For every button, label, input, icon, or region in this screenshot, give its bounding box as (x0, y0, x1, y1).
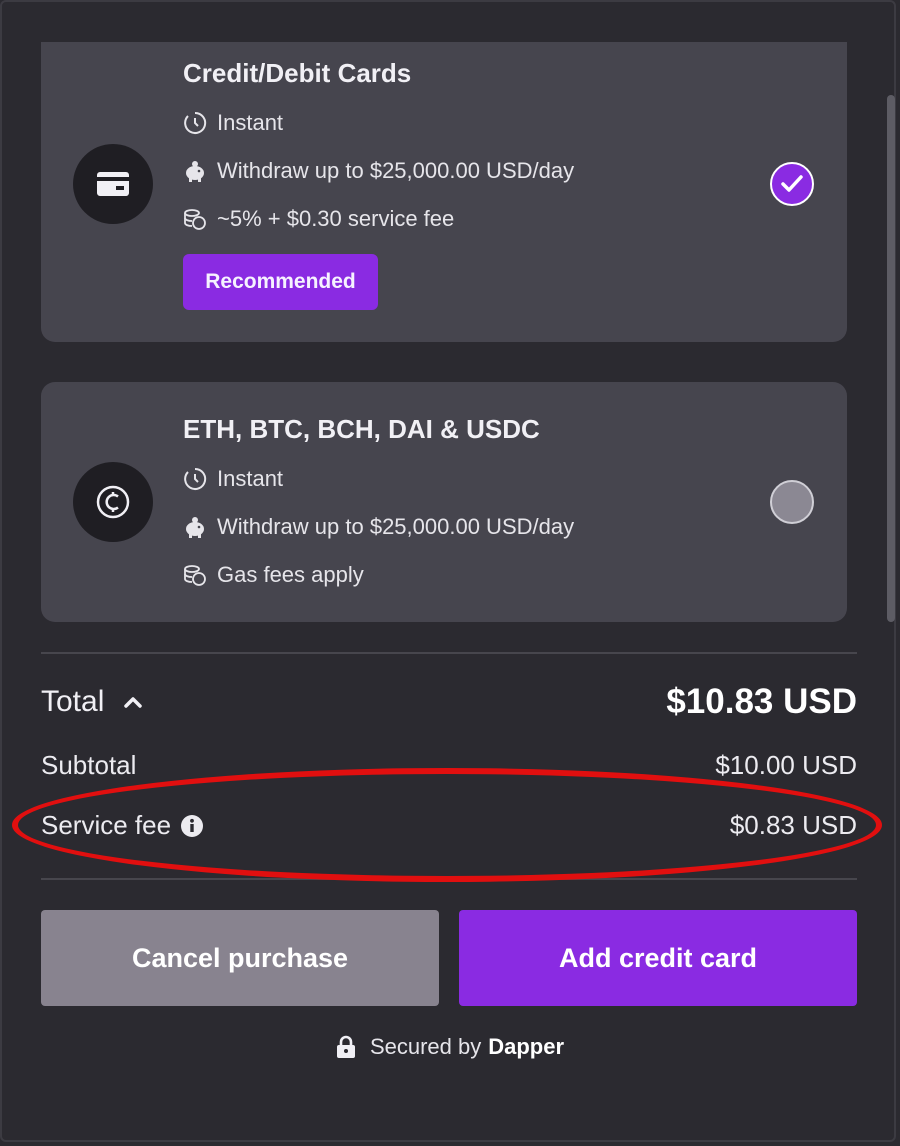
secured-text: Secured by (369, 1034, 482, 1059)
divider (41, 652, 857, 654)
secured-footer: Secured by Dapper (0, 1034, 900, 1060)
speed-text: Instant (217, 466, 284, 491)
cancel-purchase-button[interactable]: Cancel purchase (41, 910, 439, 1006)
piggy-bank-icon (186, 161, 204, 182)
coins-icon (184, 209, 206, 230)
speed-text: Instant (217, 110, 284, 135)
service-fee-value: $0.83 USD (729, 810, 857, 840)
selected-radio[interactable] (770, 162, 814, 206)
speed-feature: Instant (183, 110, 283, 136)
lock-icon (336, 1035, 355, 1058)
service-fee-row: Service fee (41, 810, 204, 841)
limit-text: Withdraw up to $25,000.00 USD/day (217, 158, 575, 183)
payment-option-card[interactable]: Credit/Debit Cards Instant Withdraw up t… (41, 42, 847, 342)
speed-feature: Instant (183, 466, 283, 492)
coins-icon (184, 565, 206, 586)
credit-card-icon (73, 144, 153, 224)
unselected-radio[interactable] (770, 480, 814, 524)
chevron-up-icon (124, 697, 143, 708)
fee-feature: Gas fees apply (183, 562, 364, 588)
add-credit-card-button[interactable]: Add credit card (459, 910, 857, 1006)
payment-option-title: ETH, BTC, BCH, DAI & USDC (183, 414, 540, 444)
subtotal-value: $10.00 USD (715, 750, 857, 780)
info-icon[interactable] (181, 814, 204, 837)
checkmark-icon (781, 175, 803, 192)
fee-text: Gas fees apply (217, 562, 364, 587)
limit-text: Withdraw up to $25,000.00 USD/day (217, 514, 575, 539)
limit-feature: Withdraw up to $25,000.00 USD/day (183, 158, 574, 184)
recommended-badge: Recommended (183, 254, 378, 310)
limit-feature: Withdraw up to $25,000.00 USD/day (183, 514, 574, 540)
total-toggle[interactable]: Total (41, 685, 143, 719)
clock-icon (184, 111, 207, 134)
total-label: Total (41, 685, 105, 718)
service-fee-label: Service fee (41, 810, 172, 840)
brand-name: Dapper (488, 1034, 565, 1059)
crypto-coin-icon (73, 462, 153, 542)
piggy-bank-icon (186, 517, 204, 538)
scrollbar[interactable] (887, 95, 895, 622)
payment-option-card[interactable]: ETH, BTC, BCH, DAI & USDC Instant Withdr… (41, 382, 847, 622)
total-value: $10.83 USD (666, 682, 857, 721)
fee-feature: ~5% + $0.30 service fee (183, 206, 454, 232)
subtotal-label: Subtotal (41, 750, 137, 780)
clock-icon (184, 467, 207, 490)
divider (41, 878, 857, 880)
fee-text: ~5% + $0.30 service fee (217, 206, 455, 231)
payment-option-title: Credit/Debit Cards (183, 58, 412, 88)
